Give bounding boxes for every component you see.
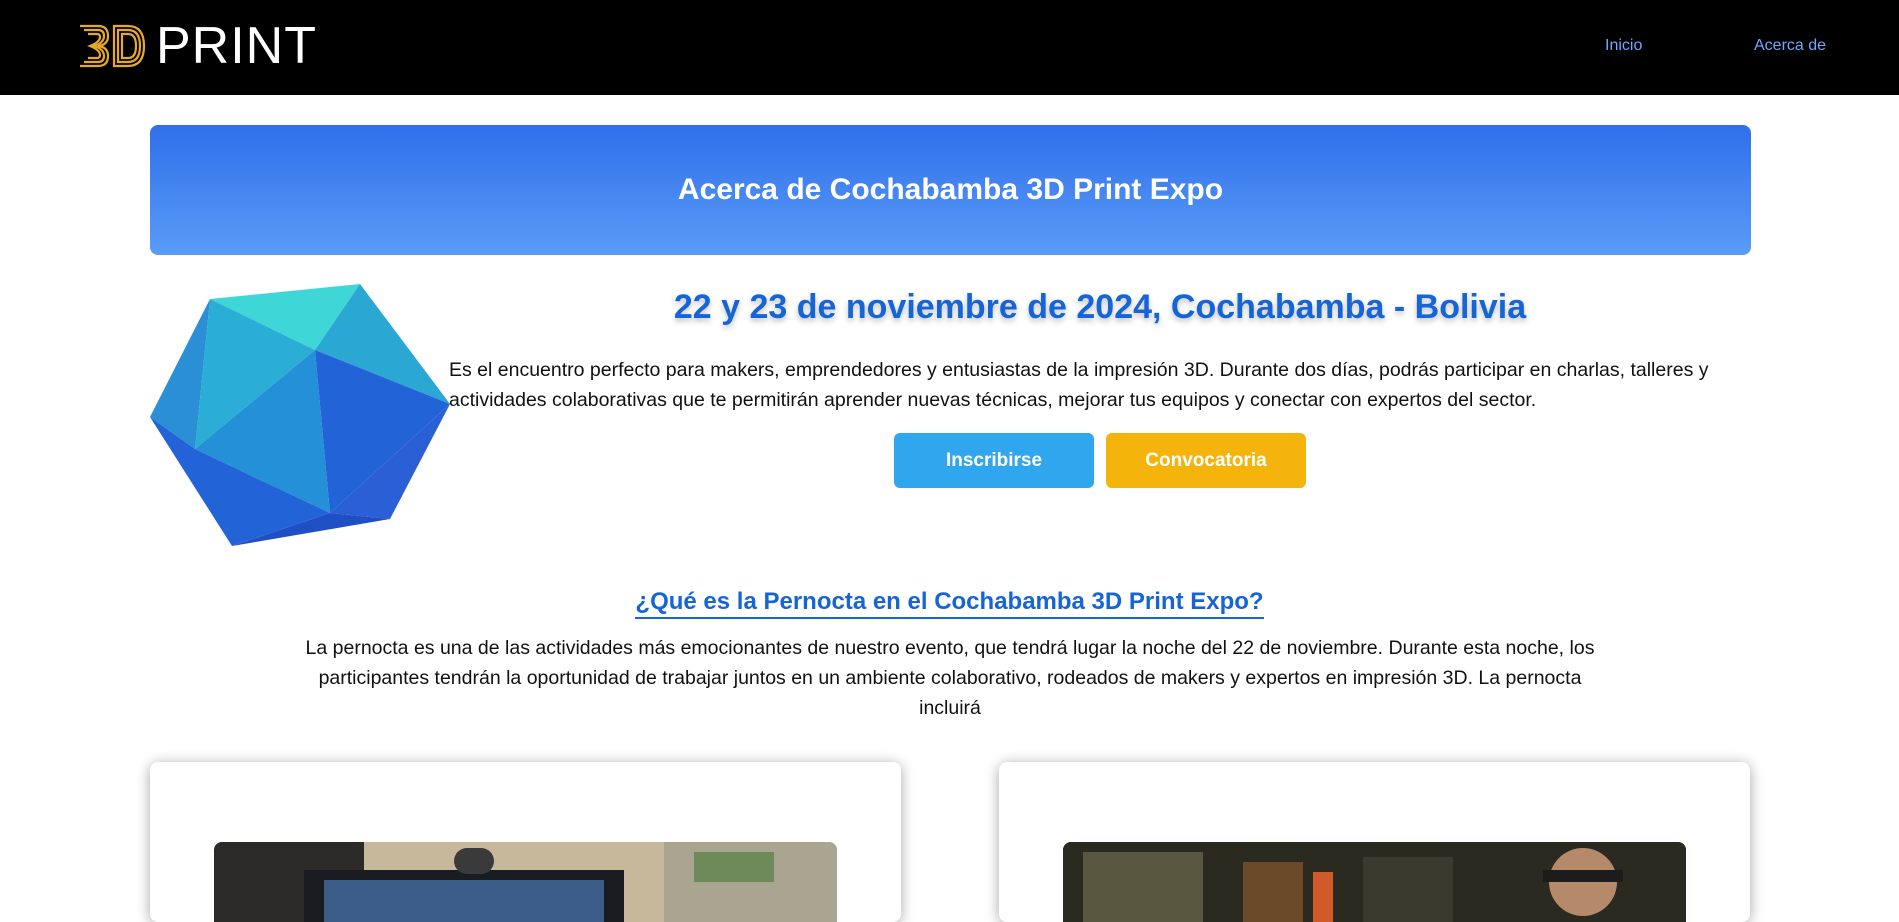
- top-navbar: PRINT Inicio Acerca de: [0, 0, 1899, 95]
- register-button[interactable]: Inscribirse: [894, 433, 1094, 488]
- hero-banner: Acerca de Cochabamba 3D Print Expo: [150, 125, 1751, 255]
- call-for-entries-button[interactable]: Convocatoria: [1106, 433, 1306, 488]
- card-photo: [1063, 842, 1686, 922]
- photo-scene-icon: [214, 842, 837, 922]
- nav-link-inicio[interactable]: Inicio: [1605, 37, 1642, 55]
- nav-link-acerca-de[interactable]: Acerca de: [1754, 37, 1826, 55]
- logo-text: PRINT: [156, 17, 317, 75]
- icosahedron-icon: [150, 284, 450, 546]
- pernocta-section-heading: ¿Qué es la Pernocta en el Cochabamba 3D …: [0, 588, 1899, 619]
- 3d-print-logo-icon: [80, 24, 146, 68]
- card-photo: [214, 842, 837, 922]
- activity-card: [999, 762, 1750, 922]
- hero-title: Acerca de Cochabamba 3D Print Expo: [677, 173, 1224, 206]
- pernocta-description: La pernocta es una de las actividades má…: [305, 637, 1595, 719]
- event-date-title: 22 y 23 de noviembre de 2024, Cochabamba…: [673, 288, 1527, 326]
- activity-card: [150, 762, 901, 922]
- pernocta-title: ¿Qué es la Pernocta en el Cochabamba 3D …: [635, 588, 1264, 619]
- photo-scene-icon: [1063, 842, 1686, 922]
- event-description: Es el encuentro perfecto para makers, em…: [449, 359, 1709, 411]
- site-logo[interactable]: PRINT: [76, 18, 317, 74]
